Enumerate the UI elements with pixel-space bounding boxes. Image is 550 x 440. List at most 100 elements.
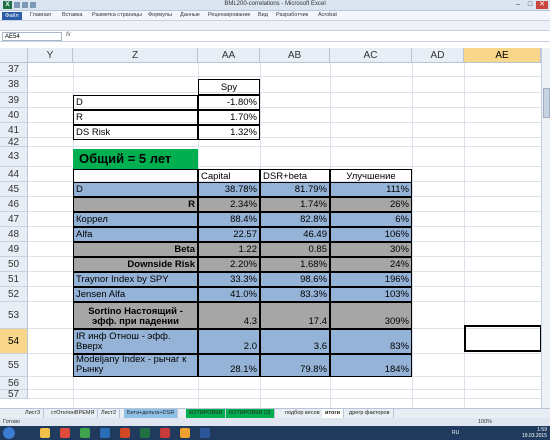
- row-header[interactable]: 46: [0, 197, 28, 212]
- app-icon[interactable]: [180, 428, 190, 438]
- metric-value[interactable]: 24%: [330, 257, 412, 272]
- small-table-label[interactable]: DS Risk: [73, 125, 198, 140]
- metric-label[interactable]: Beta: [73, 242, 198, 257]
- metric-value[interactable]: 83%: [330, 329, 412, 354]
- app-icon[interactable]: [160, 428, 170, 438]
- scrollbar-thumb[interactable]: [543, 88, 550, 118]
- metric-label[interactable]: IR инф Отнош - эфф. Вверх: [73, 329, 198, 354]
- metric-value[interactable]: 30%: [330, 242, 412, 257]
- column-header-aa[interactable]: AA: [198, 48, 260, 63]
- app-icon[interactable]: [80, 428, 90, 438]
- metric-value[interactable]: 88.4%: [198, 212, 260, 227]
- name-box[interactable]: AE54: [2, 32, 62, 41]
- column-header-y[interactable]: Y: [28, 48, 73, 63]
- metric-value[interactable]: 81.79%: [260, 182, 330, 197]
- metric-value[interactable]: 38.78%: [198, 182, 260, 197]
- row-header[interactable]: 38: [0, 77, 28, 93]
- metric-value[interactable]: 111%: [330, 182, 412, 197]
- row-header[interactable]: 52: [0, 287, 28, 302]
- folder-icon[interactable]: [40, 428, 50, 438]
- metric-value[interactable]: 4.3: [198, 302, 260, 329]
- metric-value[interactable]: 26%: [330, 197, 412, 212]
- excel-taskbar-icon[interactable]: [140, 428, 150, 438]
- tab-formulas[interactable]: Формулы: [148, 12, 172, 18]
- minimize-button[interactable]: ‒: [512, 1, 524, 9]
- maximize-button[interactable]: □: [524, 1, 536, 9]
- metric-value[interactable]: 1.68%: [260, 257, 330, 272]
- metric-value[interactable]: 41.0%: [198, 287, 260, 302]
- language-indicator[interactable]: RU: [452, 430, 459, 436]
- metric-label[interactable]: Коррел: [73, 212, 198, 227]
- sheet-tab[interactable]: стОтклонВРЕМЯ: [48, 409, 99, 418]
- row-header[interactable]: 54: [0, 329, 28, 354]
- row-header[interactable]: 43: [0, 147, 28, 167]
- row-header[interactable]: 47: [0, 212, 28, 227]
- tab-data[interactable]: Данные: [180, 12, 200, 18]
- column-header-ad[interactable]: AD: [412, 48, 464, 63]
- metric-value[interactable]: 83.3%: [260, 287, 330, 302]
- row-header[interactable]: 48: [0, 227, 28, 242]
- row-header[interactable]: 53: [0, 302, 28, 329]
- metric-value[interactable]: 3.6: [260, 329, 330, 354]
- small-table-label[interactable]: D: [73, 95, 198, 110]
- row-header[interactable]: 40: [0, 108, 28, 123]
- row-header[interactable]: 50: [0, 257, 28, 272]
- word-icon[interactable]: [200, 428, 210, 438]
- metric-value[interactable]: 46.49: [260, 227, 330, 242]
- sheet-tab-active[interactable]: итоги: [322, 409, 345, 418]
- zoom-level[interactable]: 100%: [478, 418, 492, 426]
- metric-label[interactable]: Downside Risk: [73, 257, 198, 272]
- sheet-tab[interactable]: подбор весов: [282, 409, 324, 418]
- metric-value[interactable]: 1.22: [198, 242, 260, 257]
- sheet-tab[interactable]: Лист2: [98, 409, 121, 418]
- row-header[interactable]: 45: [0, 182, 28, 197]
- column-header-z[interactable]: Z: [73, 48, 198, 63]
- small-table-label[interactable]: R: [73, 110, 198, 125]
- metric-value[interactable]: 98.6%: [260, 272, 330, 287]
- metric-value[interactable]: 28.1%: [198, 354, 260, 377]
- metric-value[interactable]: 103%: [330, 287, 412, 302]
- row-header[interactable]: 44: [0, 167, 28, 182]
- app-icon[interactable]: [120, 428, 130, 438]
- row-header[interactable]: 39: [0, 93, 28, 108]
- metric-label[interactable]: D: [73, 182, 198, 197]
- tab-file[interactable]: Файл: [2, 12, 22, 20]
- small-table-value[interactable]: 1.32%: [198, 125, 260, 140]
- tab-page-layout[interactable]: Разметка страницы: [92, 12, 142, 18]
- app-icon[interactable]: [100, 428, 110, 438]
- sheet-tab[interactable]: Бета+дельта+DSR: [124, 409, 179, 418]
- tab-view[interactable]: Вид: [258, 12, 268, 18]
- row-header[interactable]: 49: [0, 242, 28, 257]
- tab-developer[interactable]: Разработчик: [276, 12, 308, 18]
- metric-value[interactable]: 2.20%: [198, 257, 260, 272]
- metric-value[interactable]: 106%: [330, 227, 412, 242]
- fx-icon[interactable]: fx: [66, 32, 71, 38]
- metric-label[interactable]: Sortino Настоящий - эфф. при падении: [73, 302, 198, 329]
- metric-value[interactable]: 82.8%: [260, 212, 330, 227]
- metric-label[interactable]: R: [73, 197, 198, 212]
- select-all-corner[interactable]: [0, 48, 28, 63]
- active-cell-ae54[interactable]: [464, 325, 541, 352]
- row-header[interactable]: 51: [0, 272, 28, 287]
- tab-review[interactable]: Рецензирование: [208, 12, 250, 18]
- metric-label[interactable]: Jensen Alfa: [73, 287, 198, 302]
- small-table-header[interactable]: Spy: [198, 79, 260, 95]
- metric-value[interactable]: 79.8%: [260, 354, 330, 377]
- metric-value[interactable]: 33.3%: [198, 272, 260, 287]
- metric-label[interactable]: Modeljany Index - рычаг к Рынку: [73, 354, 198, 377]
- sheet-tab[interactable]: дрегр факторов: [346, 409, 394, 418]
- sheet-tab[interactable]: Лист3: [22, 409, 45, 418]
- vertical-scrollbar[interactable]: [541, 48, 550, 408]
- tab-acrobat[interactable]: Acrobat: [318, 12, 337, 18]
- metric-label[interactable]: Alfa: [73, 227, 198, 242]
- row-header[interactable]: 57: [0, 390, 28, 400]
- worksheet-grid[interactable]: Spy D -1.80% R 1.70% DS Risk 1.32% Общий…: [28, 63, 541, 408]
- metric-label[interactable]: Traynor Index by SPY: [73, 272, 198, 287]
- period-banner[interactable]: Общий = 5 лет: [73, 149, 198, 169]
- metric-value[interactable]: 0.85: [260, 242, 330, 257]
- browser-icon[interactable]: [60, 428, 70, 438]
- column-header-ac[interactable]: AC: [330, 48, 412, 63]
- sheet-tab[interactable]: КОТИРОВКИ (2): [226, 409, 275, 418]
- metric-value[interactable]: 2.0: [198, 329, 260, 354]
- row-header[interactable]: 42: [0, 138, 28, 148]
